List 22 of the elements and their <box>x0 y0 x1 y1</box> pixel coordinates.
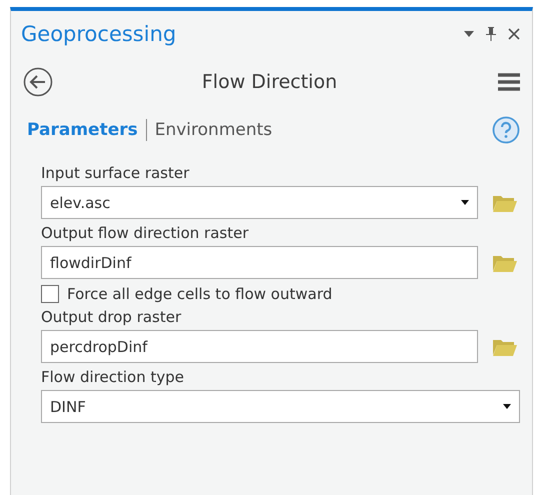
close-button[interactable] <box>508 28 520 40</box>
input-field[interactable]: flowdirDinf <box>41 246 478 279</box>
tool-title: Flow Direction <box>200 71 338 93</box>
parameter-label: Output drop raster <box>41 308 182 327</box>
pane-title: Geoprocessing <box>21 22 178 46</box>
dropdown-field[interactable]: DINF <box>41 390 520 423</box>
menu-button[interactable] <box>498 73 520 91</box>
checkbox-label: Force all edge cells to flow outward <box>67 285 332 303</box>
input-field[interactable]: percdropDinf <box>41 330 478 363</box>
parameter-label: Input surface raster <box>41 164 190 183</box>
tab[interactable]: Environments <box>154 120 280 140</box>
help-button[interactable] <box>492 116 520 144</box>
parameter-label: Flow direction type <box>41 368 186 387</box>
dropdown-caret-icon[interactable] <box>503 404 511 409</box>
checkbox[interactable] <box>41 285 59 303</box>
options-caret-button[interactable] <box>464 31 474 37</box>
tab[interactable]: Parameters <box>27 120 146 140</box>
dropdown-caret-icon[interactable] <box>461 200 469 205</box>
dropdown-field[interactable]: elev.asc <box>41 186 478 219</box>
back-button[interactable] <box>23 67 53 97</box>
pin-button[interactable] <box>486 27 496 41</box>
parameter-label: Output flow direction raster <box>41 224 250 243</box>
